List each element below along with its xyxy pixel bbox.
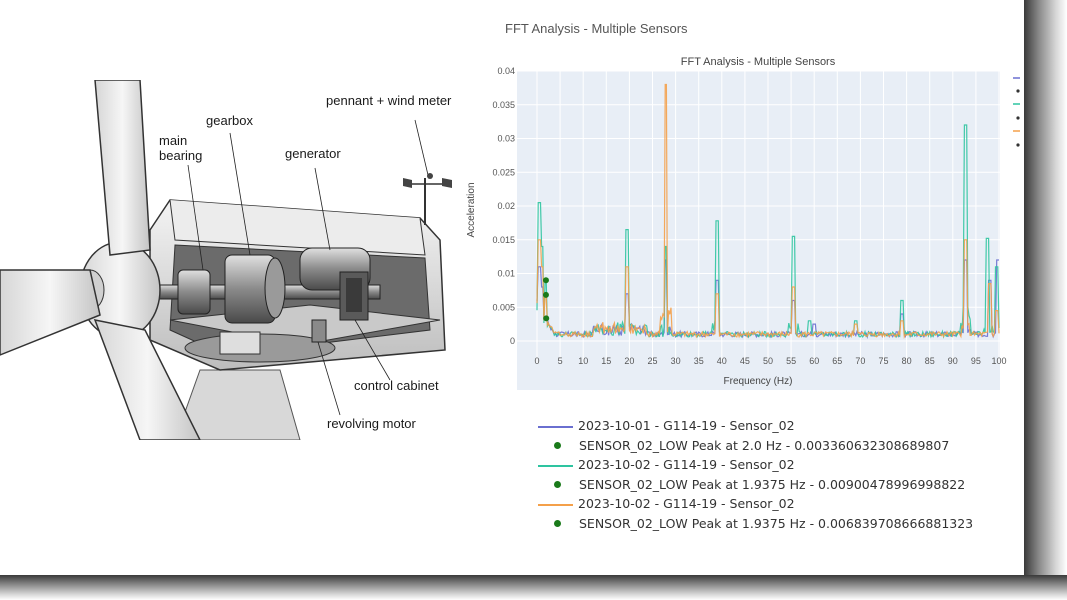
page-title: FFT Analysis - Multiple Sensors <box>505 21 688 36</box>
legend-item[interactable]: SENSOR_02_LOW Peak at 1.9375 Hz - 0.0090… <box>550 477 1020 497</box>
frame-shadow-bottom <box>0 575 1067 600</box>
x-tick-label: 45 <box>740 356 750 366</box>
label-gearbox: gearbox <box>206 113 253 128</box>
y-tick-label: 0.025 <box>492 167 515 177</box>
screen: gearbox main bearing generator pennant +… <box>0 0 1024 575</box>
x-tick-label: 55 <box>786 356 796 366</box>
y-tick-label: 0.005 <box>492 302 515 312</box>
y-tick-label: 0 <box>510 336 515 346</box>
legend-dot-swatch <box>554 480 561 488</box>
legend-label: SENSOR_02_LOW Peak at 1.9375 Hz - 0.0068… <box>579 515 974 531</box>
y-tick-label: 0.015 <box>492 235 515 245</box>
x-tick-label: 95 <box>971 356 981 366</box>
legend-stub-dot <box>1016 143 1020 147</box>
x-tick-label: 65 <box>832 356 842 366</box>
x-tick-label: 15 <box>601 356 611 366</box>
x-tick-label: 20 <box>624 356 634 366</box>
x-tick-label: 90 <box>948 356 958 366</box>
x-tick-label: 85 <box>925 356 935 366</box>
x-tick-label: 25 <box>647 356 657 366</box>
x-tick-label: 100 <box>991 356 1006 366</box>
legend-item[interactable]: 2023-10-01 - G114-19 - Sensor_02 <box>538 418 1020 438</box>
chart-title: FFT Analysis - Multiple Sensors <box>681 56 836 68</box>
legend-item[interactable]: 2023-10-02 - G114-19 - Sensor_02 <box>538 457 1020 477</box>
x-tick-label: 50 <box>763 356 773 366</box>
y-tick-label: 0.04 <box>497 66 515 76</box>
legend-label: 2023-10-02 - G114-19 - Sensor_02 <box>578 496 795 511</box>
legend-dot-swatch <box>554 441 561 449</box>
x-axis-label: Frequency (Hz) <box>724 376 793 387</box>
x-tick-label: 80 <box>902 356 912 366</box>
legend-line-swatch <box>538 465 573 467</box>
peak-marker <box>542 277 549 284</box>
x-tick-label: 35 <box>694 356 704 366</box>
peak-marker <box>542 291 549 298</box>
label-pennant-wind-meter: pennant + wind meter <box>326 93 452 108</box>
legend-stub-dot <box>1016 116 1020 120</box>
legend-item[interactable]: SENSOR_02_LOW Peak at 2.0 Hz - 0.0033606… <box>550 438 1020 458</box>
fft-chart: 0 5 10 15 20 25 30 35 40 45 50 55 60 65 70 75 80 85 90 95 10… <box>466 56 1020 390</box>
legend-label: SENSOR_02_LOW Peak at 1.9375 Hz - 0.0090… <box>579 476 966 492</box>
chart-legend: 2023-10-01 - G114-19 - Sensor_02 SENSOR_0… <box>538 418 1020 536</box>
legend-item[interactable]: 2023-10-02 - G114-19 - Sensor_02 <box>538 496 1020 516</box>
x-tick-label: 0 <box>534 356 539 366</box>
x-tick-label: 40 <box>717 356 727 366</box>
legend-item[interactable]: SENSOR_02_LOW Peak at 1.9375 Hz - 0.0068… <box>550 516 1020 536</box>
x-tick-label: 10 <box>578 356 588 366</box>
y-tick-label: 0.035 <box>492 100 515 110</box>
peak-marker <box>543 315 550 322</box>
y-tick-label: 0.02 <box>497 201 515 211</box>
label-main-bearing: main bearing <box>159 133 203 163</box>
label-control-cabinet: control cabinet <box>354 378 439 393</box>
y-tick-label: 0.01 <box>497 269 515 279</box>
label-revolving-motor: revolving motor <box>327 416 416 431</box>
legend-label: SENSOR_02_LOW Peak at 2.0 Hz - 0.0033606… <box>579 437 950 453</box>
y-tick-label: 0.03 <box>497 134 515 144</box>
x-tick-label: 30 <box>671 356 681 366</box>
label-generator: generator <box>285 146 341 161</box>
legend-line-swatch <box>538 426 573 428</box>
y-axis-label: Acceleration <box>466 182 477 237</box>
plot-background <box>517 71 1000 390</box>
wind-turbine-diagram: gearbox main bearing generator pennant +… <box>0 79 470 441</box>
legend-stub-dot <box>1016 89 1020 93</box>
x-tick-label: 60 <box>809 356 819 366</box>
legend-dot-swatch <box>554 519 561 527</box>
frame-shadow-right <box>1024 0 1067 600</box>
legend-label: 2023-10-02 - G114-19 - Sensor_02 <box>578 457 795 472</box>
x-tick-label: 70 <box>855 356 865 366</box>
x-tick-label: 5 <box>558 356 563 366</box>
legend-line-swatch <box>538 504 573 506</box>
x-tick-label: 75 <box>878 356 888 366</box>
legend-label: 2023-10-01 - G114-19 - Sensor_02 <box>578 418 795 433</box>
